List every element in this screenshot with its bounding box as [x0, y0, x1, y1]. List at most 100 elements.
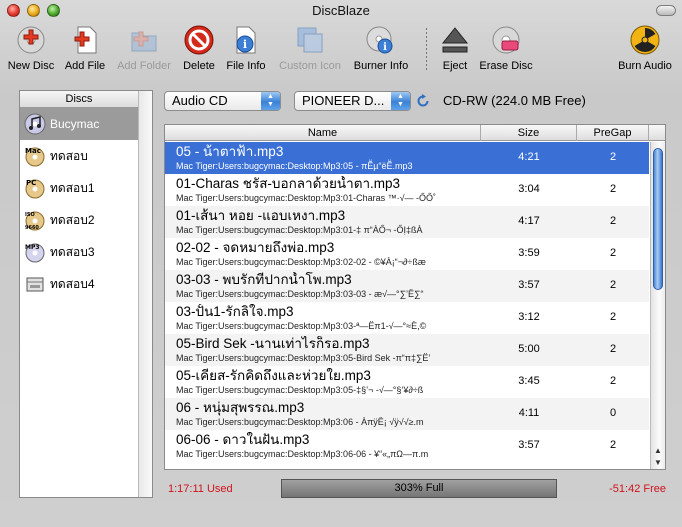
- table-row[interactable]: 05 - น้าตาฟ้า.mp3 Mac Tiger:Users:bugcym…: [165, 142, 649, 174]
- disc-type-value: Audio CD: [172, 93, 228, 108]
- table-row[interactable]: 01-เส้นา หอย -แอบเหงา.mp3 Mac Tiger:User…: [165, 206, 649, 238]
- burn-audio-icon: [630, 25, 660, 55]
- erase-disc-button[interactable]: Erase Disc: [477, 24, 535, 74]
- track-path: Mac Tiger:Users:bugcymac:Desktop:Mp3:01-…: [176, 193, 437, 203]
- sidebar-item-bucymac[interactable]: Bucymac: [20, 108, 138, 140]
- select-arrows-icon: ▲ ▼: [261, 92, 280, 110]
- scroll-up-icon[interactable]: ▲: [654, 446, 662, 455]
- sidebar-item-pc-disc[interactable]: PC ทดสอบ1: [20, 172, 138, 204]
- custom-icon-icon: [297, 27, 323, 53]
- pc-disc-icon: PC: [25, 179, 45, 199]
- music-disc-icon: [24, 113, 46, 135]
- track-path: Mac Tiger:Users:bugcymac:Desktop:Mp3:03-…: [176, 321, 427, 331]
- track-size: 3:04: [518, 183, 540, 195]
- zoom-window-button[interactable]: [47, 4, 60, 17]
- add-file-button[interactable]: Add File: [61, 24, 109, 74]
- used-time-label: 1:17:11 Used: [168, 483, 233, 495]
- track-path: Mac Tiger:Users:bugcymac:Desktop:Mp3:06 …: [176, 417, 424, 427]
- track-name-cell: 02-02 - จดหมายถึงพ่อ.mp3 Mac Tiger:Users…: [176, 240, 481, 268]
- erase-disc-icon: [492, 26, 520, 54]
- custom-icon-button[interactable]: Custom Icon: [274, 24, 346, 74]
- new-disc-button[interactable]: New Disc: [4, 24, 58, 74]
- track-name-cell: 03-ปั้น1-รักลิใจ.mp3 Mac Tiger:Users:bug…: [176, 304, 481, 332]
- track-title: 06-06 - ดาวในฝัน.mp3: [176, 432, 310, 447]
- table-row[interactable]: 03-ปั้น1-รักลิใจ.mp3 Mac Tiger:Users:bug…: [165, 302, 649, 334]
- table-row[interactable]: 02-02 - จดหมายถึงพ่อ.mp3 Mac Tiger:Users…: [165, 238, 649, 270]
- track-name-cell: 01-Charas ชรัส-บอกลาด้วยน้ำตา.mp3 Mac Ti…: [176, 176, 481, 204]
- capacity-progress-bar: 303% Full: [281, 479, 557, 498]
- window-title: DiscBlaze: [312, 3, 370, 18]
- track-size: 3:59: [518, 247, 540, 259]
- column-header-pregap[interactable]: PreGap: [577, 125, 649, 141]
- table-row[interactable]: 05-เคียส-รักคิดถึงและห่วยใย.mp3 Mac Tige…: [165, 366, 649, 398]
- sidebar-item-label: ทดสอบ1: [50, 180, 95, 195]
- track-pregap: 2: [609, 343, 617, 355]
- table-scrollbar[interactable]: ▲ ▼: [650, 142, 665, 469]
- discs-sidebar: Discs Bucymac Mac ทดสอบ PC ทดสอบ1 ISO 96…: [19, 90, 153, 498]
- burner-select[interactable]: PIONEER D... ▲ ▼: [294, 91, 411, 111]
- track-path: Mac Tiger:Users:bugcymac:Desktop:Mp3:05 …: [176, 161, 413, 171]
- track-size: 3:57: [518, 279, 540, 291]
- track-title: 03-ปั้น1-รักลิใจ.mp3: [176, 304, 294, 319]
- track-size: 3:57: [518, 439, 540, 451]
- track-name-cell: 05 - น้าตาฟ้า.mp3 Mac Tiger:Users:bugcym…: [176, 144, 481, 172]
- eject-icon: [441, 27, 469, 53]
- track-pregap: 2: [609, 151, 617, 163]
- burner-info-button[interactable]: i Burner Info: [349, 24, 413, 74]
- track-pregap: 2: [609, 311, 617, 323]
- svg-text:9660: 9660: [25, 225, 39, 231]
- disc-type-select[interactable]: Audio CD ▲ ▼: [164, 91, 281, 111]
- track-size: 5:00: [518, 343, 540, 355]
- close-window-button[interactable]: [7, 4, 20, 17]
- iso-disc-icon: ISO 9660: [25, 211, 45, 231]
- sidebar-item-iso-disc[interactable]: ISO 9660 ทดสอบ2: [20, 204, 138, 236]
- track-path: Mac Tiger:Users:bugcymac:Desktop:Mp3:06-…: [176, 449, 429, 459]
- toolbar-toggle-button[interactable]: [656, 5, 676, 16]
- table-row[interactable]: 01-Charas ชรัส-บอกลาด้วยน้ำตา.mp3 Mac Ti…: [165, 174, 649, 206]
- track-path: Mac Tiger:Users:bugcymac:Desktop:Mp3:01-…: [176, 225, 423, 235]
- track-title: 05 - น้าตาฟ้า.mp3: [176, 144, 284, 159]
- track-size: 3:12: [518, 311, 540, 323]
- burner-value: PIONEER D...: [302, 93, 385, 108]
- sidebar-scrollbar[interactable]: [138, 91, 152, 497]
- table-header: Name Size PreGap: [165, 125, 665, 141]
- toolbar-separator: [426, 28, 427, 70]
- capacity-progress-label: 303% Full: [394, 482, 444, 494]
- sidebar-item-mac-disc[interactable]: Mac ทดสอบ: [20, 140, 138, 172]
- track-pregap: 0: [609, 407, 617, 419]
- free-time-label: -51:42 Free: [609, 483, 666, 495]
- svg-text:ISO: ISO: [25, 212, 35, 218]
- track-size: 4:21: [518, 151, 540, 163]
- scroll-down-icon[interactable]: ▼: [654, 458, 662, 467]
- delete-icon: [184, 25, 214, 55]
- table-row[interactable]: 06 - หนุ่มสุพรรณ.mp3 Mac Tiger:Users:bug…: [165, 398, 649, 430]
- add-file-icon: [74, 26, 97, 54]
- add-folder-button[interactable]: Add Folder: [113, 24, 175, 74]
- column-header-name[interactable]: Name: [165, 125, 481, 141]
- mac-disc-icon: Mac: [25, 147, 45, 167]
- refresh-icon[interactable]: [416, 94, 430, 108]
- table-row[interactable]: 05-Bird Sek -นานเท่าไรก็รอ.mp3 Mac Tiger…: [165, 334, 649, 366]
- svg-text:PC: PC: [26, 179, 36, 187]
- sidebar-item-label: Bucymac: [50, 117, 100, 131]
- track-pregap: 2: [609, 215, 617, 227]
- eject-button[interactable]: Eject: [438, 24, 472, 74]
- drive-icon: [26, 277, 44, 292]
- discs-header[interactable]: Discs: [20, 91, 138, 108]
- track-name-cell: 03-03 - พบรักที่ปากน้ำโพ.mp3 Mac Tiger:U…: [176, 272, 481, 300]
- column-header-size[interactable]: Size: [481, 125, 577, 141]
- title-bar: DiscBlaze: [0, 0, 682, 22]
- minimize-window-button[interactable]: [27, 4, 40, 17]
- table-row[interactable]: 06-06 - ดาวในฝัน.mp3 Mac Tiger:Users:bug…: [165, 430, 649, 462]
- scroll-thumb[interactable]: [653, 148, 663, 290]
- delete-button[interactable]: Delete: [180, 24, 218, 74]
- sidebar-item-mp3-disc[interactable]: MP3 ทดสอบ3: [20, 236, 138, 268]
- sidebar-item-drive[interactable]: ทดสอบ4: [20, 268, 138, 300]
- svg-text:Mac: Mac: [25, 147, 41, 155]
- burn-audio-button[interactable]: Burn Audio: [613, 24, 677, 74]
- track-title: 01-เส้นา หอย -แอบเหงา.mp3: [176, 208, 346, 223]
- table-row[interactable]: 03-03 - พบรักที่ปากน้ำโพ.mp3 Mac Tiger:U…: [165, 270, 649, 302]
- file-info-button[interactable]: i File Info: [223, 24, 269, 74]
- track-size: 4:11: [518, 407, 540, 419]
- disc-info-label: CD-RW (224.0 MB Free): [443, 93, 586, 108]
